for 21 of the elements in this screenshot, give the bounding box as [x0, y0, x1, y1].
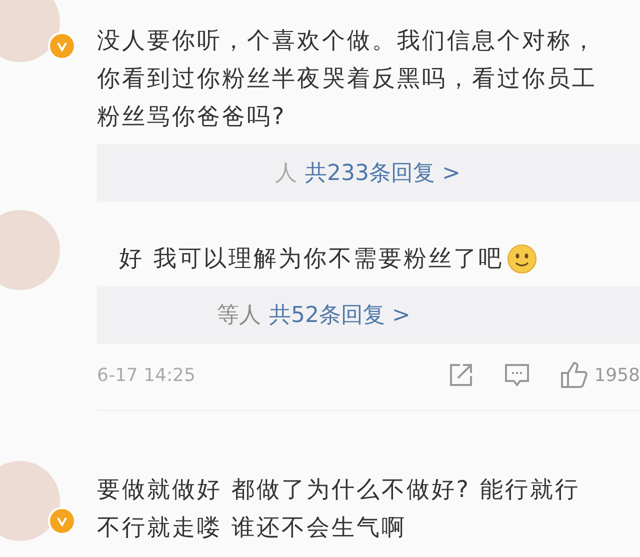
- comment-icon: [504, 362, 530, 388]
- share-icon: [448, 362, 474, 388]
- comment-text: 你看到过你粉丝半夜哭着反黑吗，看过你员工: [97, 65, 597, 94]
- reply-names: 人: [275, 160, 297, 188]
- avatar[interactable]: [0, 210, 60, 290]
- comment-text: 没人要你听，个喜欢个做。我们信息个对称，: [97, 27, 597, 56]
- thumbs-up-icon: [560, 361, 588, 389]
- comment-text: 要做就做好 都做了为什么不做好? 能行就行: [97, 476, 580, 505]
- replies-panel[interactable]: 人 共233条回复 >: [97, 144, 640, 202]
- reply-names: 等人: [217, 302, 261, 330]
- comment-text: 不行就走喽 谁还不会生气啊: [97, 514, 406, 543]
- comment-time: 6-17 14:25: [97, 364, 196, 386]
- comment-text: 粉丝骂你爸爸吗?: [97, 103, 286, 132]
- comment-button[interactable]: [504, 362, 530, 388]
- replies-link[interactable]: 共233条回复 >: [305, 158, 460, 188]
- share-button[interactable]: [448, 362, 474, 388]
- replies-panel[interactable]: 等人 共52条回复 >: [97, 286, 640, 344]
- like-button[interactable]: 1958: [560, 361, 640, 389]
- comment-text: 好 我可以理解为你不需要粉丝了吧: [119, 245, 504, 274]
- avatar[interactable]: [0, 461, 60, 541]
- replies-link[interactable]: 共52条回复 >: [269, 300, 410, 330]
